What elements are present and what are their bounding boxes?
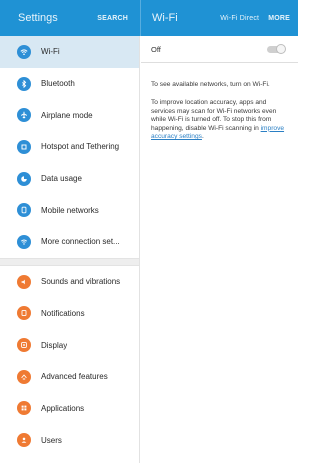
panel-header: Wi-Fi Wi-Fi Direct MORE [140, 0, 298, 36]
header-bar: Settings SEARCH Wi-Fi Wi-Fi Direct MORE [0, 0, 298, 36]
wifi-toggle-switch[interactable] [267, 43, 286, 54]
sidebar-item-advanced-features[interactable]: Advanced features [0, 361, 139, 393]
sidebar-item-label: Display [41, 340, 68, 350]
notifications-icon [17, 306, 31, 321]
sidebar-item-airplane-mode[interactable]: Airplane mode [0, 99, 139, 131]
sidebar-item-label: Wi-Fi [41, 47, 60, 57]
sidebar-item-label: Users [41, 435, 62, 445]
panel-title: Wi-Fi [152, 12, 178, 24]
sidebar-item-label: More connection set... [41, 237, 120, 247]
sidebar-item-label: Applications [41, 403, 85, 413]
sidebar-item-users[interactable]: Users [0, 424, 139, 456]
users-icon [17, 433, 31, 448]
mobile-networks-icon [17, 203, 31, 218]
sidebar-item-mobile-networks[interactable]: Mobile networks [0, 194, 139, 226]
group-divider [0, 257, 139, 266]
sidebar-item-notifications[interactable]: Notifications [0, 298, 139, 330]
sidebar-item-label: Notifications [41, 308, 85, 318]
data-usage-icon [17, 171, 31, 186]
sidebar-item-hotspot[interactable]: Hotspot and Tethering [0, 131, 139, 163]
hotspot-icon [17, 139, 31, 154]
wifi-detail-panel: Off To see available networks, turn on W… [141, 36, 298, 463]
sidebar-item-data-usage[interactable]: Data usage [0, 163, 139, 195]
sidebar-item-label: Advanced features [41, 372, 108, 382]
wifi-toggle-row[interactable]: Off [141, 36, 298, 63]
wifi-toggle-label: Off [151, 44, 161, 54]
sound-icon [17, 274, 31, 289]
wifi-info: To see available networks, turn on Wi-Fi… [141, 63, 298, 141]
wifi-off-message: To see available networks, turn on Wi-Fi… [151, 81, 270, 88]
sidebar-item-more-connection-settings[interactable]: More connection set... [0, 226, 139, 258]
app-title: Settings [18, 12, 58, 24]
scanning-text: To improve location accuracy, apps and s… [151, 99, 277, 132]
sidebar-item-bluetooth[interactable]: Bluetooth [0, 68, 139, 100]
more-connections-icon [17, 234, 31, 249]
wifi-direct-button[interactable]: Wi-Fi Direct [220, 15, 259, 22]
search-button[interactable]: SEARCH [97, 15, 128, 22]
applications-icon [17, 401, 31, 416]
sidebar-item-label: Bluetooth [41, 79, 75, 89]
airplane-icon [17, 108, 31, 123]
sidebar-item-label: Sounds and vibrations [41, 277, 121, 287]
toggle-knob [276, 43, 286, 54]
settings-header: Settings SEARCH [0, 0, 140, 36]
more-button[interactable]: MORE [268, 15, 290, 22]
wifi-icon [17, 44, 31, 59]
settings-sidebar: Wi-Fi Bluetooth Airplane mode Hotspot an… [0, 36, 140, 463]
display-icon [17, 338, 31, 353]
scanning-text-end: . [201, 133, 204, 141]
sidebar-item-display[interactable]: Display [0, 329, 139, 361]
bluetooth-icon [17, 76, 31, 91]
sidebar-item-label: Airplane mode [41, 110, 93, 120]
sidebar-item-label: Mobile networks [41, 205, 99, 215]
sidebar-item-label: Hotspot and Tethering [41, 142, 120, 152]
sidebar-item-wifi[interactable]: Wi-Fi [0, 36, 139, 68]
advanced-features-icon [17, 369, 31, 384]
sidebar-item-applications[interactable]: Applications [0, 393, 139, 425]
panel-actions: Wi-Fi Direct MORE [220, 15, 290, 22]
wifi-scanning-message: To improve location accuracy, apps and s… [151, 99, 288, 141]
sidebar-item-sounds-and-vibrations[interactable]: Sounds and vibrations [0, 266, 139, 298]
sidebar-item-label: Data usage [41, 174, 82, 184]
